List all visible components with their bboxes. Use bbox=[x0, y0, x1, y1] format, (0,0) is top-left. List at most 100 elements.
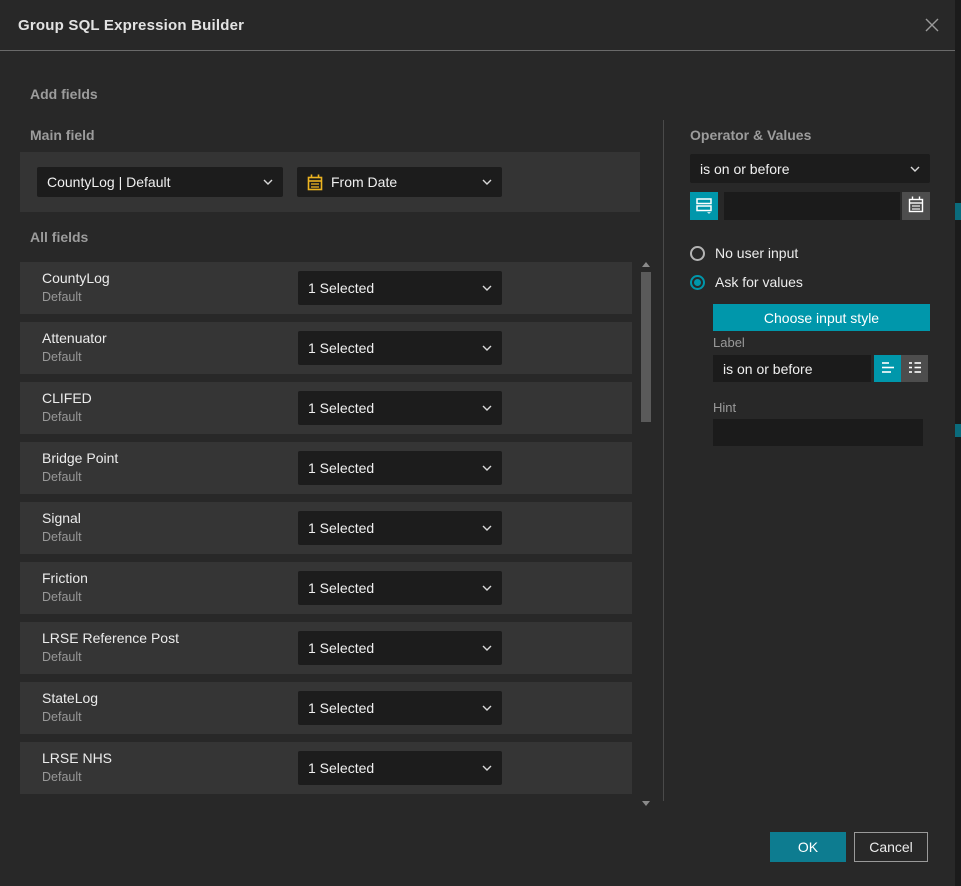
panel-divider bbox=[663, 120, 664, 801]
chevron-down-icon bbox=[482, 765, 492, 771]
main-field-heading: Main field bbox=[30, 127, 95, 143]
chevron-down-icon bbox=[482, 465, 492, 471]
field-name: Friction bbox=[42, 570, 88, 586]
background-accent-mark bbox=[955, 203, 961, 220]
field-name: Signal bbox=[42, 510, 81, 526]
field-row: CountyLog Default 1 Selected bbox=[20, 262, 632, 314]
field-row: Bridge Point Default 1 Selected bbox=[20, 442, 632, 494]
hint-field-label: Hint bbox=[713, 400, 736, 415]
main-field-box: CountyLog | Default From Date bbox=[20, 152, 640, 212]
calendar-icon bbox=[307, 174, 323, 191]
field-selection-value: 1 Selected bbox=[308, 460, 476, 476]
main-field-dataset-select[interactable]: CountyLog | Default bbox=[37, 167, 283, 197]
field-name: LRSE Reference Post bbox=[42, 630, 179, 646]
radio-ask-for-values-label: Ask for values bbox=[715, 274, 803, 290]
field-selection-select[interactable]: 1 Selected bbox=[298, 511, 502, 545]
field-subtitle: Default bbox=[42, 290, 82, 304]
chevron-down-icon bbox=[263, 179, 273, 185]
unique-values-icon bbox=[695, 196, 713, 217]
field-name: CountyLog bbox=[42, 270, 110, 286]
background-app-strip bbox=[955, 0, 961, 886]
dialog-title-bar: Group SQL Expression Builder bbox=[0, 0, 955, 51]
all-fields-heading: All fields bbox=[30, 229, 88, 245]
chevron-down-icon bbox=[482, 585, 492, 591]
field-selection-select[interactable]: 1 Selected bbox=[298, 391, 502, 425]
scroll-up-icon[interactable] bbox=[642, 262, 650, 267]
field-subtitle: Default bbox=[42, 410, 82, 424]
field-selection-value: 1 Selected bbox=[308, 400, 476, 416]
choose-input-style-button[interactable]: Choose input style bbox=[713, 304, 930, 331]
field-subtitle: Default bbox=[42, 710, 82, 724]
field-row: StateLog Default 1 Selected bbox=[20, 682, 632, 734]
field-row: Signal Default 1 Selected bbox=[20, 502, 632, 554]
field-name: Bridge Point bbox=[42, 450, 118, 466]
scrollbar-thumb[interactable] bbox=[641, 272, 651, 422]
field-row: LRSE NHS Default 1 Selected bbox=[20, 742, 632, 794]
field-name: CLIFED bbox=[42, 390, 92, 406]
input-style-list-button[interactable] bbox=[901, 355, 928, 382]
field-select-value: From Date bbox=[331, 174, 476, 190]
cancel-button[interactable]: Cancel bbox=[854, 832, 928, 862]
close-button[interactable] bbox=[919, 13, 945, 39]
field-selection-value: 1 Selected bbox=[308, 280, 476, 296]
field-row: CLIFED Default 1 Selected bbox=[20, 382, 632, 434]
align-left-icon bbox=[879, 358, 897, 379]
field-subtitle: Default bbox=[42, 650, 82, 664]
value-row bbox=[690, 192, 930, 220]
radio-no-user-input-label: No user input bbox=[715, 245, 798, 261]
hint-input[interactable] bbox=[713, 419, 923, 446]
calendar-icon bbox=[908, 196, 924, 216]
field-selection-value: 1 Selected bbox=[308, 580, 476, 596]
dialog-title: Group SQL Expression Builder bbox=[0, 17, 244, 34]
chevron-down-icon bbox=[482, 705, 492, 711]
field-name: StateLog bbox=[42, 690, 98, 706]
operator-select-value: is on or before bbox=[700, 161, 904, 177]
field-selection-select[interactable]: 1 Selected bbox=[298, 751, 502, 785]
field-subtitle: Default bbox=[42, 770, 82, 784]
input-style-single-button[interactable] bbox=[874, 355, 901, 382]
field-selection-select[interactable]: 1 Selected bbox=[298, 451, 502, 485]
operator-values-heading: Operator & Values bbox=[690, 127, 811, 143]
value-input[interactable] bbox=[724, 192, 900, 220]
fields-list-scrollbar[interactable] bbox=[641, 260, 651, 806]
label-input[interactable] bbox=[713, 355, 871, 382]
chevron-down-icon bbox=[482, 405, 492, 411]
chevron-down-icon bbox=[482, 345, 492, 351]
field-row: Attenuator Default 1 Selected bbox=[20, 322, 632, 374]
list-icon bbox=[906, 358, 924, 379]
ok-button[interactable]: OK bbox=[770, 832, 846, 862]
chevron-down-icon bbox=[482, 645, 492, 651]
field-subtitle: Default bbox=[42, 470, 82, 484]
field-subtitle: Default bbox=[42, 530, 82, 544]
field-subtitle: Default bbox=[42, 590, 82, 604]
operator-select[interactable]: is on or before bbox=[690, 154, 930, 183]
chevron-down-icon bbox=[482, 179, 492, 185]
radio-no-user-input[interactable]: No user input bbox=[690, 245, 798, 261]
label-field-label: Label bbox=[713, 335, 745, 350]
field-selection-select[interactable]: 1 Selected bbox=[298, 691, 502, 725]
chevron-down-icon bbox=[482, 285, 492, 291]
field-row: LRSE Reference Post Default 1 Selected bbox=[20, 622, 632, 674]
all-fields-list: CountyLog Default 1 Selected Attenuator … bbox=[20, 262, 632, 802]
field-selection-select[interactable]: 1 Selected bbox=[298, 271, 502, 305]
field-selection-select[interactable]: 1 Selected bbox=[298, 331, 502, 365]
field-selection-value: 1 Selected bbox=[308, 700, 476, 716]
field-subtitle: Default bbox=[42, 350, 82, 364]
field-selection-value: 1 Selected bbox=[308, 640, 476, 656]
radio-ask-for-values[interactable]: Ask for values bbox=[690, 274, 803, 290]
field-selection-value: 1 Selected bbox=[308, 340, 476, 356]
field-selection-select[interactable]: 1 Selected bbox=[298, 631, 502, 665]
main-field-field-select[interactable]: From Date bbox=[297, 167, 502, 197]
radio-unchecked-icon bbox=[690, 246, 705, 261]
group-sql-expression-builder-dialog: Group SQL Expression Builder Add fields … bbox=[0, 0, 961, 886]
field-selection-select[interactable]: 1 Selected bbox=[298, 571, 502, 605]
dataset-select-value: CountyLog | Default bbox=[47, 174, 257, 190]
date-picker-button[interactable] bbox=[902, 192, 930, 220]
unique-values-button[interactable] bbox=[690, 192, 718, 220]
add-fields-heading: Add fields bbox=[30, 86, 98, 102]
scroll-down-icon[interactable] bbox=[642, 801, 650, 806]
radio-checked-icon bbox=[690, 275, 705, 290]
chevron-down-icon bbox=[910, 166, 920, 172]
field-row: Friction Default 1 Selected bbox=[20, 562, 632, 614]
background-accent-mark bbox=[955, 424, 961, 437]
